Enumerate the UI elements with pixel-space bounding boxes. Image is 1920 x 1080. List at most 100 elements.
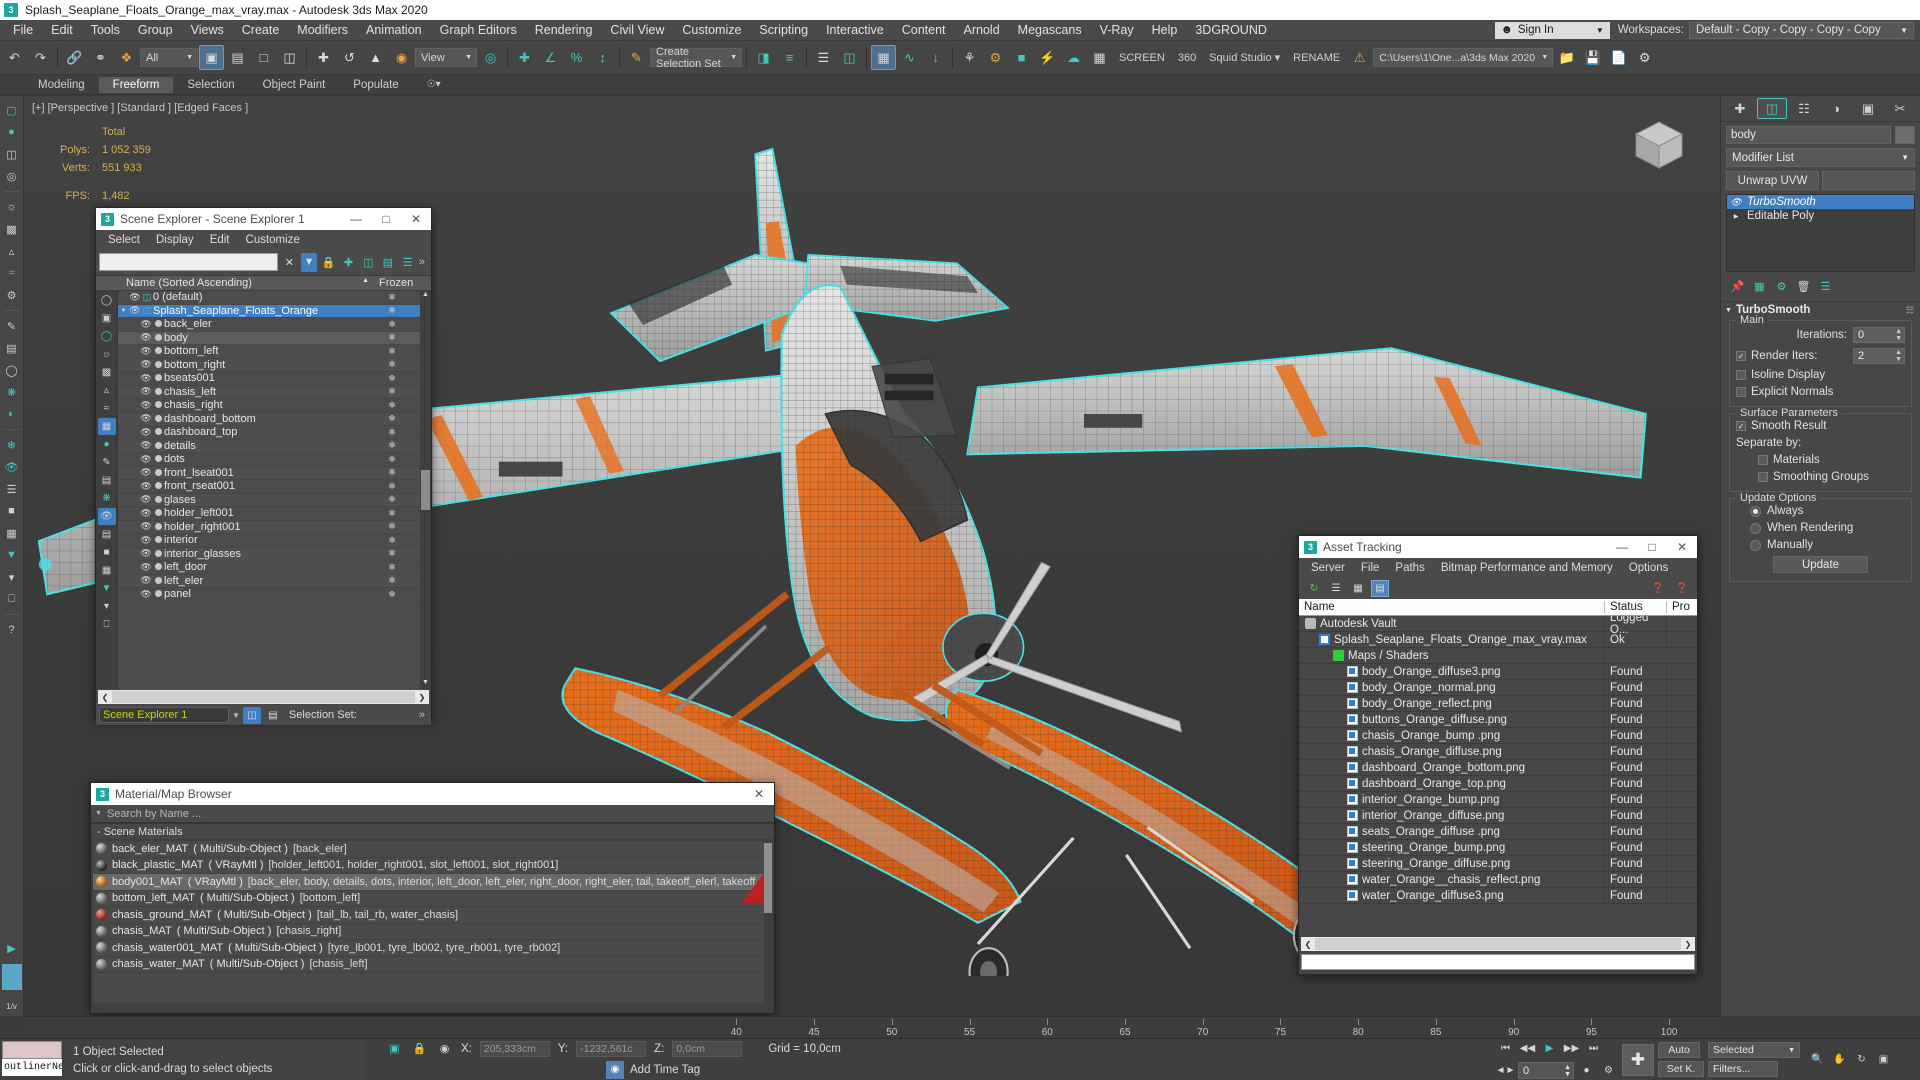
frozen-snowflake-icon[interactable]: ❄ — [364, 400, 420, 411]
frozen-snowflake-icon[interactable]: ❄ — [364, 346, 420, 357]
asset-tracking-row[interactable]: seats_Orange_diffuse .png Found — [1299, 824, 1697, 840]
asset-tracking-row[interactable]: buttons_Orange_diffuse.png Found — [1299, 712, 1697, 728]
ribbon-tab-object-paint[interactable]: Object Paint — [249, 77, 340, 93]
scroll-right-icon[interactable]: ❯ — [415, 693, 429, 702]
visibility-eye-icon[interactable]: 👁 — [140, 467, 152, 478]
tab-create[interactable]: ✚ — [1725, 98, 1755, 119]
scene-explorer-menu-edit[interactable]: Edit — [202, 232, 238, 248]
asset-tracking-row[interactable]: water_Orange_diffuse3.png Found — [1299, 888, 1697, 904]
lights-filter-icon[interactable]: ☼ — [98, 346, 116, 363]
update-radio-when-rendering[interactable] — [1750, 522, 1761, 534]
cylinder-tool-icon[interactable]: ◫ — [2, 144, 22, 164]
frozen-snowflake-icon[interactable]: ❄ — [364, 454, 420, 465]
asset-tracking-hscrollbar[interactable]: ❮ ❯ — [1301, 937, 1695, 951]
particles-filter-icon[interactable]: ❋ — [98, 490, 116, 507]
visibility-eye-icon[interactable]: 👁 — [140, 427, 152, 438]
menu-animation[interactable]: Animation — [357, 21, 431, 39]
asset-tracking-row[interactable]: body_Orange_diffuse3.png Found — [1299, 664, 1697, 680]
studio-label[interactable]: Squid Studio ▾ — [1203, 51, 1286, 64]
unwrap-uvw-button[interactable]: Unwrap UVW — [1726, 171, 1819, 190]
object-color-swatch[interactable] — [1895, 126, 1915, 144]
remove-modifier-icon[interactable]: 🗑 — [1795, 278, 1812, 295]
configure-modifier-sets-icon[interactable]: ☰ — [1817, 278, 1834, 295]
frozen-snowflake-icon[interactable]: ❄ — [364, 535, 420, 546]
frozen-snowflake-icon[interactable]: ❄ — [364, 373, 420, 384]
chevron-down-icon[interactable]: ▼ — [232, 711, 240, 720]
visibility-eye-icon[interactable]: 👁 — [140, 562, 152, 573]
curve-editor-button[interactable]: ∿ — [897, 45, 922, 70]
list-view-icon[interactable]: ☰ — [1327, 580, 1345, 597]
close-icon[interactable]: ✕ — [401, 208, 431, 230]
selection-lock-toggle-icon[interactable]: ▣ — [386, 1041, 403, 1057]
asset-tracking-row[interactable]: Autodesk Vault Logged O... — [1299, 616, 1697, 636]
panel-view-icon[interactable]: ▦ — [2, 523, 22, 543]
modifier-slot-empty[interactable] — [1822, 171, 1915, 190]
scene-explorer-row[interactable]: 👁 chasis_right ❄ — [118, 399, 420, 413]
cameras-filter-icon[interactable]: ▩ — [98, 364, 116, 381]
column-frozen[interactable]: Frozen — [375, 277, 431, 289]
update-radio-manually[interactable] — [1750, 539, 1761, 551]
scene-explorer-row[interactable]: 👁 back_eler ❄ — [118, 318, 420, 332]
menu-v-ray[interactable]: V-Ray — [1091, 21, 1143, 39]
create-selection-set-input[interactable]: Create Selection Set ▼ — [650, 46, 742, 70]
key-filter-select[interactable]: Selected ▼ — [1708, 1042, 1800, 1058]
filter-apply-icon[interactable]: ▾ — [98, 598, 116, 615]
update-option-row[interactable]: Always — [1736, 505, 1905, 517]
minimize-icon[interactable]: — — [341, 208, 371, 230]
select-rotate-button[interactable]: ↺ — [337, 45, 362, 70]
ribbon-tab-modeling[interactable]: Modeling — [24, 77, 99, 93]
save-file-button[interactable]: 💾 — [1580, 45, 1605, 70]
project-path-select[interactable]: C:\Users\1\One...a\3ds Max 2020 ▼ — [1373, 48, 1554, 67]
scene-explorer-row[interactable]: 👁 front_rseat001 ❄ — [118, 480, 420, 494]
materials-checkbox[interactable] — [1758, 455, 1768, 465]
material-row[interactable]: chasis_MAT ( Multi/Sub-Object ) [chasis_ri… — [93, 924, 772, 940]
scene-explorer-row[interactable]: 👁 panel ❄ — [118, 588, 420, 602]
edit-named-selection-button[interactable]: ✎ — [624, 45, 649, 70]
scene-explorer-row[interactable]: 👁 bseats001 ❄ — [118, 372, 420, 386]
scroll-left-icon[interactable]: ❮ — [1301, 940, 1315, 949]
visibility-eye-icon[interactable]: 👁 — [140, 386, 152, 397]
tab-hierarchy[interactable]: ☷ — [1789, 98, 1819, 119]
unlink-button[interactable]: ⚭ — [88, 45, 113, 70]
column-pro[interactable]: Pro — [1667, 601, 1697, 613]
make-unique-icon[interactable]: ⚙ — [1773, 278, 1790, 295]
modifier-stack[interactable]: 👁 TurboSmooth ▶ Editable Poly — [1726, 194, 1915, 272]
visibility-eye-icon[interactable]: 👁 — [140, 332, 152, 343]
asset-tracking-menu-file[interactable]: File — [1353, 560, 1388, 576]
frozen-snowflake-icon[interactable]: ❄ — [364, 548, 420, 559]
visibility-eye-icon[interactable]: 👁 — [140, 346, 152, 357]
scene-explorer-list[interactable]: ◯ ▣ ◯ ☼ ▩ ▵ ≈ ▦ ● ✎ ▤ ❋ 👁 ▤ ■ ▦ ▼ ▾ ⎕ 👁 ◫… — [96, 291, 431, 689]
visibility-eye-icon[interactable]: 👁 — [140, 521, 152, 532]
compact-material-editor-button[interactable]: ▦ — [871, 45, 896, 70]
visibility-eye-icon[interactable]: 👁 — [140, 589, 152, 600]
time-config-icon[interactable]: ⚙ — [1599, 1061, 1618, 1080]
modifier-stack-item[interactable]: ▶ Editable Poly — [1727, 209, 1914, 223]
list-view-icon[interactable]: ☰ — [2, 479, 22, 499]
sign-in-button[interactable]: ☻ Sign In ▼ — [1494, 21, 1610, 39]
lock-icon[interactable]: 🔒 — [411, 1041, 428, 1057]
add-layer-icon[interactable]: ✚ — [340, 253, 357, 272]
filter-icon[interactable]: ▼ — [300, 252, 318, 272]
spinner-arrows-icon[interactable]: ▲ ▼ — [1895, 328, 1902, 342]
menu-edit[interactable]: Edit — [42, 21, 82, 39]
visibility-filter-icon[interactable]: 👁 — [97, 508, 116, 525]
maxscript-listener-text[interactable]: outlinerNeste — [2, 1059, 62, 1076]
smoothing-groups-row[interactable]: Smoothing Groups — [1736, 471, 1905, 483]
container-open-icon[interactable]: ⎕ — [98, 616, 116, 633]
maximize-icon[interactable]: □ — [371, 208, 401, 230]
align-button[interactable]: ≡ — [777, 45, 802, 70]
set-key-label-button[interactable]: Set K. — [1658, 1061, 1704, 1077]
geometry-filter-icon[interactable]: ▣ — [98, 310, 116, 327]
box-icon[interactable]: ■ — [98, 544, 116, 561]
frozen-snowflake-icon[interactable]: ❄ — [364, 562, 420, 573]
menu-views[interactable]: Views — [182, 21, 233, 39]
use-pivot-center-button[interactable]: ◎ — [478, 45, 503, 70]
material-row[interactable]: back_eler_MAT ( Multi/Sub-Object ) [back_e… — [93, 841, 772, 858]
motion-panel-icon[interactable]: ◯ — [2, 360, 22, 380]
asset-tracking-row[interactable]: body_Orange_reflect.png Found — [1299, 696, 1697, 712]
scene-materials-group-header[interactable]: - Scene Materials — [91, 823, 774, 839]
select-by-name-button[interactable]: ▤ — [225, 45, 250, 70]
helpers-filter-icon[interactable]: ▵ — [98, 382, 116, 399]
scene-explorer-row[interactable]: 👁 front_lseat001 ❄ — [118, 466, 420, 480]
layer-mode-icon[interactable]: ◫ — [242, 706, 261, 724]
